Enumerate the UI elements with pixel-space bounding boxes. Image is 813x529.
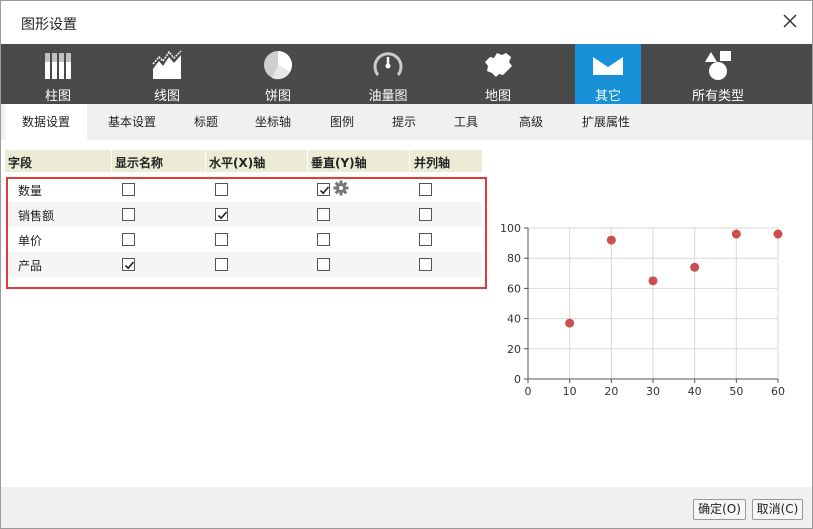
- x-tick-label: 60: [771, 385, 785, 398]
- chart-settings-dialog: 图形设置 柱图 线图 饼图 油量图 地图 其它 所有类型 数据设置 基本设置 标…: [0, 0, 813, 529]
- tab-label: 地图: [484, 89, 511, 104]
- tab-map[interactable]: 地图: [465, 44, 531, 104]
- tab-title[interactable]: 标题: [183, 104, 229, 140]
- tab-all-types[interactable]: 所有类型: [685, 44, 751, 104]
- tab-pie-chart[interactable]: 饼图: [245, 44, 311, 104]
- ok-button[interactable]: 确定(O): [693, 499, 746, 520]
- header-show-name: 显示名称: [115, 156, 164, 170]
- x-tick-label: 20: [604, 385, 618, 398]
- y-tick-label: 60: [507, 282, 521, 295]
- other-chart-icon: [593, 57, 623, 75]
- highlight-box: [6, 177, 487, 289]
- tab-extended-props[interactable]: 扩展属性: [571, 104, 641, 140]
- header-parallel-axis: 并列轴: [414, 156, 451, 170]
- header-field: 字段: [8, 156, 33, 170]
- y-tick-label: 0: [514, 373, 521, 386]
- bar-chart-icon: [45, 53, 71, 79]
- scatter-point: [731, 229, 741, 239]
- tab-tooltip[interactable]: 提示: [381, 104, 427, 140]
- tab-label: 其它: [594, 89, 621, 104]
- data-settings-panel: 字段 显示名称 水平(X)轴 垂直(Y)轴 并列轴 数量 销售额 单价 产品 0 20 4…: [1, 140, 812, 487]
- field-grid-header: 字段 显示名称 水平(X)轴 垂直(Y)轴 并列轴: [5, 150, 482, 172]
- scatter-chart-preview: 0 20 40 60 80 100 0 10 20 30 40 50 60: [500, 222, 785, 398]
- tab-label: 油量图: [368, 89, 408, 104]
- tab-legend[interactable]: 图例: [319, 104, 365, 140]
- y-tick-label: 80: [507, 252, 521, 265]
- gauge-icon: [373, 52, 403, 76]
- tab-line-chart[interactable]: 线图: [134, 44, 200, 104]
- tab-label: 线图: [153, 89, 180, 104]
- tab-basic-settings[interactable]: 基本设置: [93, 104, 171, 140]
- tab-data-settings[interactable]: 数据设置: [5, 104, 87, 140]
- x-tick-label: 30: [646, 385, 660, 398]
- tab-label: 所有类型: [691, 89, 744, 104]
- header-y-axis: 垂直(Y)轴: [311, 156, 367, 170]
- y-tick-label: 40: [507, 313, 521, 326]
- dialog-footer: 确定(O) 取消(C): [1, 487, 812, 528]
- pie-chart-icon: [264, 51, 292, 80]
- shapes-icon: [705, 51, 731, 80]
- x-tick-label: 40: [688, 385, 702, 398]
- scatter-point: [690, 262, 700, 272]
- tab-label: 饼图: [264, 89, 291, 104]
- scatter-point: [648, 276, 658, 286]
- close-icon[interactable]: [780, 11, 800, 31]
- tab-tools[interactable]: 工具: [443, 104, 489, 140]
- x-tick-label: 0: [525, 385, 532, 398]
- y-tick-label: 20: [507, 343, 521, 356]
- chart-type-ribbon: 柱图 线图 饼图 油量图 地图 其它 所有类型: [1, 44, 812, 104]
- x-tick-label: 10: [563, 385, 577, 398]
- scatter-point: [606, 235, 616, 245]
- tab-bar-chart[interactable]: 柱图: [25, 44, 91, 104]
- x-tick-label: 50: [729, 385, 743, 398]
- title-bar: 图形设置: [1, 1, 812, 44]
- scatter-point: [773, 229, 783, 239]
- tab-axis[interactable]: 坐标轴: [243, 104, 303, 140]
- header-x-axis: 水平(X)轴: [209, 156, 266, 170]
- tab-advanced[interactable]: 高级: [508, 104, 554, 140]
- cancel-button[interactable]: 取消(C): [752, 499, 803, 520]
- y-tick-label: 100: [500, 222, 521, 235]
- scatter-point: [565, 318, 575, 328]
- dialog-title: 图形设置: [21, 17, 77, 33]
- settings-subtabs: 数据设置 基本设置 标题 坐标轴 图例 提示 工具 高级 扩展属性: [1, 104, 812, 140]
- line-chart-icon: [152, 50, 182, 79]
- tab-gauge[interactable]: 油量图: [355, 44, 421, 104]
- tab-other[interactable]: 其它: [575, 44, 641, 104]
- tab-label: 柱图: [44, 89, 71, 104]
- map-icon: [485, 53, 512, 77]
